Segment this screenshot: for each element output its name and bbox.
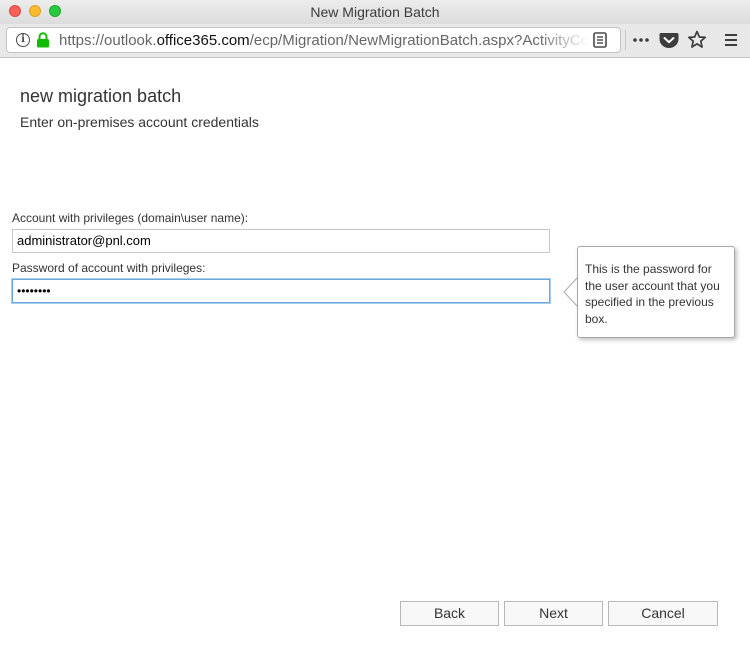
page-subtitle: Enter on-premises account credentials [20,114,259,130]
address-bar[interactable]: i https://outlook.office365.com/ecp/Migr… [6,27,621,53]
pocket-icon[interactable] [656,27,682,53]
lock-icon [37,32,49,48]
back-button[interactable]: Back [400,601,499,626]
password-input[interactable]: •••••••• [12,279,550,303]
toolbar-divider [625,30,626,50]
page-actions-more-icon[interactable] [628,27,654,53]
help-callout: This is the password for the user accoun… [577,246,735,338]
password-mask: •••••••• [17,284,51,298]
url-domain: office365.com [156,32,250,49]
account-input[interactable]: administrator@pnl.com [12,229,550,253]
browser-toolbar: i https://outlook.office365.com/ecp/Migr… [0,24,750,58]
account-label: Account with privileges (domain\user nam… [12,211,249,225]
browser-window: New Migration Batch i https://outlook.of… [0,0,750,659]
bookmark-star-icon[interactable] [684,27,710,53]
password-label: Password of account with privileges: [12,261,206,275]
next-button[interactable]: Next [504,601,603,626]
url-fade [537,30,589,50]
reader-view-icon[interactable] [593,32,607,48]
title-bar: New Migration Batch [0,0,750,24]
hamburger-menu-icon[interactable] [718,27,744,53]
url-text[interactable]: https://outlook.office365.com/ecp/Migrat… [59,32,589,50]
window-title: New Migration Batch [310,4,440,20]
url-prefix: https://outlook. [59,32,157,49]
site-info-icon[interactable]: i [16,33,30,47]
page-title: new migration batch [20,86,182,106]
cancel-button[interactable]: Cancel [608,601,718,626]
